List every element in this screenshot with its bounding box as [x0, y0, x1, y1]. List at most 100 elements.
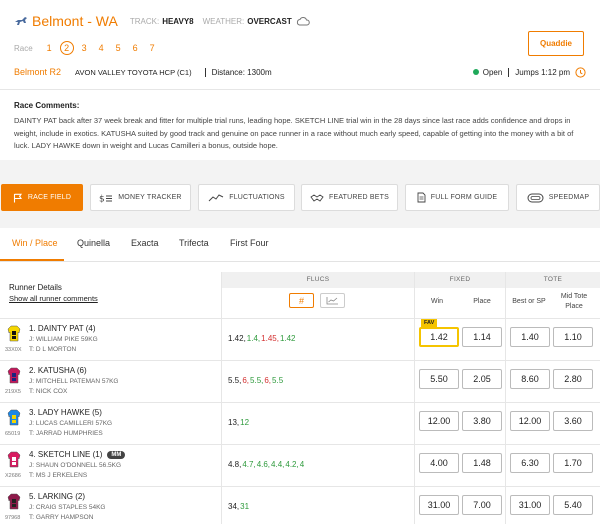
fixed-heading: FIXED [415, 272, 505, 288]
race-6-link[interactable]: 6 [127, 43, 144, 53]
fixed-place-odds-button[interactable]: 1.48 [462, 453, 502, 473]
tote-place-odds-button[interactable]: 1.10 [553, 327, 593, 347]
race-1-link[interactable]: 1 [41, 43, 58, 53]
jockey-silks-icon [7, 409, 21, 426]
tab-exacta[interactable]: Exacta [131, 238, 159, 248]
tote-place-odds-button[interactable]: 1.70 [553, 453, 593, 473]
runner-jockey: J: SHAUN O'DONNELL 56.5KG [29, 462, 122, 469]
fixed-win-odds-button[interactable]: 5.50 [419, 369, 459, 389]
race-field-button[interactable]: RACE FIELD [1, 184, 83, 211]
venue-title: Belmont - WA [32, 13, 118, 29]
runner-flucs: 13, 12 [228, 418, 250, 427]
tab-trifecta[interactable]: Trifecta [179, 238, 209, 248]
fixed-place-odds-button[interactable]: 3.80 [462, 411, 502, 431]
speedmap-label: SPEEDMAP [548, 194, 590, 201]
featured-bets-button[interactable]: FEATURED BETS [301, 184, 398, 211]
favourite-tag: FAV [421, 319, 438, 327]
runner-name-line[interactable]: 5. LARKING (2) [29, 492, 85, 501]
fixed-place-odds-button[interactable]: 1.14 [462, 327, 502, 347]
runner-row: 65019 3. LADY HAWKE (5) J: LUCAS CAMILLERI… [0, 402, 600, 444]
fixed-place-odds-button[interactable]: 7.00 [462, 495, 502, 515]
fixed-win-odds-button[interactable]: 4.00 [419, 453, 459, 473]
fluc-value: 5.5, [228, 376, 242, 385]
runner-name-line[interactable]: 3. LADY HAWKE (5) [29, 408, 102, 417]
separator [204, 67, 206, 77]
runner-jockey: J: WILLIAM PIKE 59KG [29, 336, 98, 343]
best-or-sp-heading: Best or SP [512, 298, 546, 305]
runner-jockey: J: MITCHELL PATEMAN 57KG [29, 378, 119, 385]
full-form-guide-button[interactable]: FULL FORM GUIDE [405, 184, 509, 211]
fluc-value: 5.5, [250, 376, 264, 385]
money-tracker-button[interactable]: $ MONEY TRACKER [90, 184, 191, 211]
flucs-heading: FLUCS [222, 272, 414, 288]
line-chart-icon [326, 297, 338, 305]
fluc-value: 4.8, [228, 460, 242, 469]
mid-tote-place-heading: Mid Tote Place [560, 293, 588, 310]
race-header: Belmont - WA TRACK: HEAVY8 WEATHER: OVER… [0, 0, 600, 150]
runner-form: 33X0X [5, 347, 22, 353]
tote-win-odds-button[interactable]: 8.60 [510, 369, 550, 389]
race-3-link[interactable]: 3 [76, 43, 93, 53]
tote-win-odds-button[interactable]: 6.30 [510, 453, 550, 473]
speedmap-icon [527, 193, 544, 202]
divider [0, 89, 600, 90]
tab-first-four[interactable]: First Four [230, 238, 269, 248]
tote-win-odds-button[interactable]: 31.00 [510, 495, 550, 515]
tote-win-odds-button[interactable]: 12.00 [510, 411, 550, 431]
runner-name[interactable]: 2. KATUSHA (6) [29, 366, 87, 375]
tote-place-odds-button[interactable]: 3.60 [553, 411, 593, 431]
runner-jockey: J: CRAIG STAPLES 54KG [29, 504, 106, 511]
show-runner-comments-link[interactable]: Show all runner comments [9, 294, 98, 303]
place-heading: Place [473, 298, 491, 305]
tab-win-place[interactable]: Win / Place [12, 238, 58, 248]
runner-trainer: T: JARRAD HUMPHRIES [29, 430, 103, 437]
quaddie-button[interactable]: Quaddie [528, 31, 584, 56]
speedmap-button[interactable]: SPEEDMAP [516, 184, 600, 211]
race-7-link[interactable]: 7 [144, 43, 161, 53]
tote-place-odds-button[interactable]: 2.80 [553, 369, 593, 389]
horse-icon [15, 17, 27, 25]
fluc-value: 4.7, [242, 460, 256, 469]
runner-trainer: T: GARRY HAMPSON [29, 514, 94, 521]
fixed-win-odds-button[interactable]: 12.00 [419, 411, 459, 431]
runner-name-line[interactable]: 2. KATUSHA (6) [29, 366, 87, 375]
tote-heading: TOTE [506, 272, 600, 288]
fixed-win-odds-button[interactable]: 1.42 [419, 327, 459, 347]
race-distance: Distance: 1300m [211, 67, 272, 77]
tote-place-odds-button[interactable]: 5.40 [553, 495, 593, 515]
runner-trainer: T: NICK COX [29, 388, 68, 395]
fixed-place-odds-button[interactable]: 2.05 [462, 369, 502, 389]
fluctuations-button[interactable]: FLUCTUATIONS [198, 184, 295, 211]
jockey-silks-icon [7, 451, 21, 468]
race-5-link[interactable]: 5 [110, 43, 127, 53]
runner-flucs: 4.8, 4.7, 4.6, 4.4, 4.2, 4 [228, 460, 305, 469]
fluc-value: 1.45, [261, 334, 279, 343]
track-label: TRACK: [129, 16, 160, 26]
race-comments-title: Race Comments: [14, 101, 80, 110]
runner-name-line[interactable]: 4. SKETCH LINE (1) MM [29, 450, 126, 459]
race-4-link[interactable]: 4 [93, 43, 110, 53]
tab-quinella[interactable]: Quinella [77, 238, 110, 248]
money-tracker-label: MONEY TRACKER [118, 194, 182, 201]
fluc-value: 4.4, [271, 460, 285, 469]
flag-icon [13, 193, 22, 202]
race-2-link[interactable]: 2 [59, 41, 74, 55]
runner-trainer: T: D L MORTON [29, 346, 77, 353]
race-info-bar: Belmont R2 AVON VALLEY TOYOTA HCP (C1) D… [14, 66, 586, 78]
runner-name[interactable]: 5. LARKING (2) [29, 492, 85, 501]
tote-win-odds-button[interactable]: 1.40 [510, 327, 550, 347]
race-label: Race [14, 43, 33, 53]
jockey-silks-icon [7, 325, 21, 342]
runner-jockey: J: LUCAS CAMILLERI 57KG [29, 420, 113, 427]
runner-name[interactable]: 1. DAINTY PAT (4) [29, 324, 96, 333]
runner-name[interactable]: 4. SKETCH LINE (1) [29, 450, 102, 459]
runner-name-line[interactable]: 1. DAINTY PAT (4) [29, 324, 96, 333]
fluc-value: 4.2, [285, 460, 299, 469]
race-status-group: Open Jumps 1:12 pm [472, 66, 586, 78]
race-status: Open [482, 67, 503, 77]
flucs-chart-toggle[interactable] [320, 293, 345, 308]
flucs-numeric-toggle[interactable]: # [289, 293, 314, 308]
dollar-bars-icon: $ [99, 194, 113, 203]
fixed-win-odds-button[interactable]: 31.00 [419, 495, 459, 515]
runner-name[interactable]: 3. LADY HAWKE (5) [29, 408, 102, 417]
